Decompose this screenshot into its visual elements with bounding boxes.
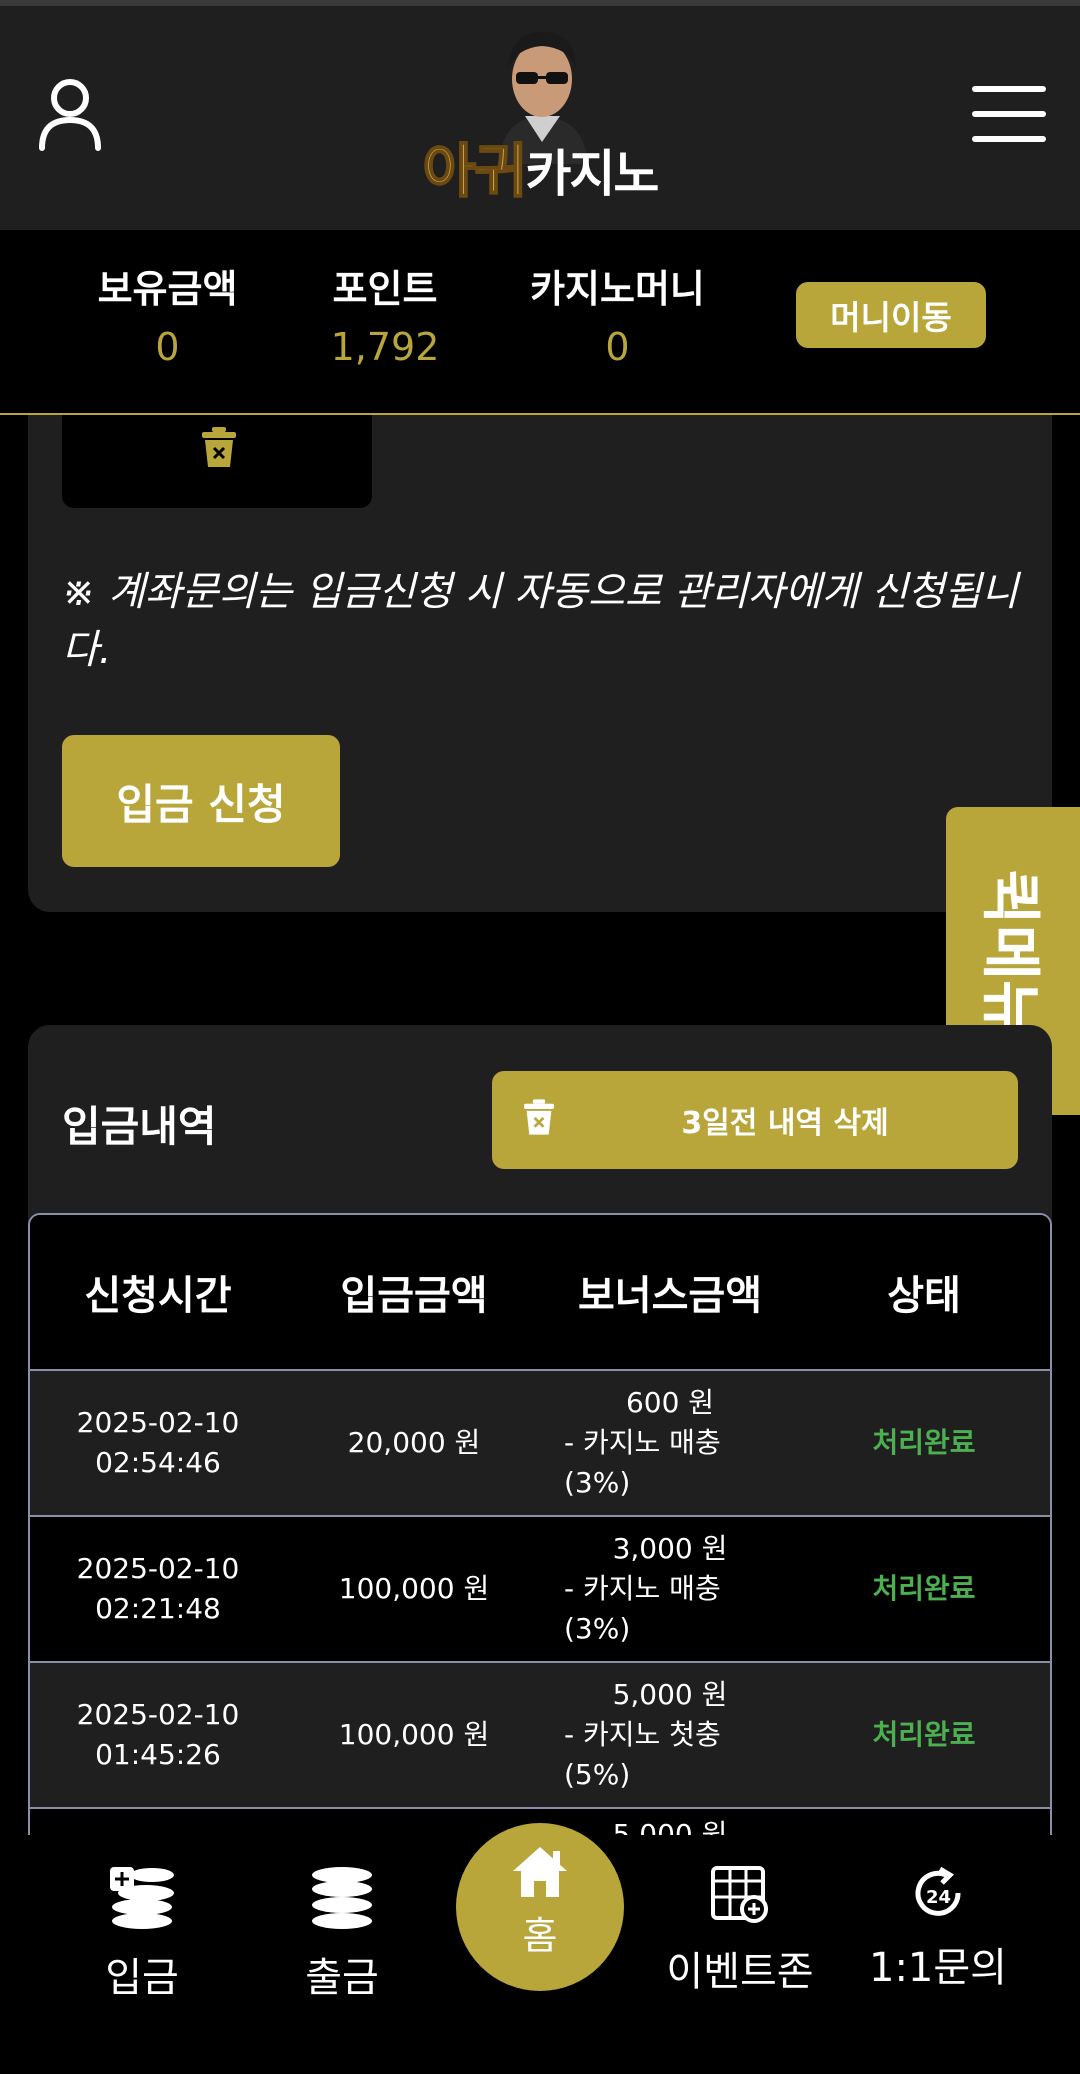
trash-icon — [202, 427, 236, 467]
nav-inquiry-label: 1:1문의 — [869, 1945, 1007, 1991]
deposit-amount-cell: 100,000 원 — [338, 1718, 490, 1751]
clear-input-button[interactable] — [62, 415, 372, 508]
deposit-submit-button[interactable]: 입금 신청 — [62, 735, 340, 867]
nav-home[interactable]: 홈 — [456, 1823, 624, 1991]
balance-points: 포인트 1,792 — [310, 258, 460, 369]
table-row: 2025-02-10 01:45:26 100,000 원 5,000 원 - … — [30, 1663, 1050, 1809]
table-header: 신청시간 입금금액 보너스금액 상태 — [30, 1215, 1050, 1371]
deposit-form-card: ※ 계좌문의는 입금신청 시 자동으로 관리자에게 신청됩니다. 입금 신청 — [28, 415, 1052, 912]
balance-casino-money: 카지노머니 0 — [520, 258, 715, 369]
calendar-plus-icon — [711, 1866, 768, 1923]
quick-menu-label: 퀵메뉴 — [974, 869, 1045, 1035]
col-request-time: 신청시간 — [84, 1273, 232, 1319]
top-header: 아귀카지노 — [0, 0, 1080, 230]
nav-withdraw[interactable]: 출금 — [242, 1865, 442, 2003]
coins-stack-icon — [312, 1867, 372, 1929]
balance-holding-value: 0 — [155, 325, 180, 369]
delete-old-history-label: 3일전 내역 삭제 — [681, 1106, 889, 1141]
hamburger-menu-icon[interactable] — [972, 86, 1046, 142]
quick-menu-label-wrap: 퀵메뉴 — [960, 869, 1070, 1035]
logo-text: 아귀카지노 — [405, 124, 675, 208]
nav-home-label: 홈 — [522, 1914, 558, 1958]
balance-points-label: 포인트 — [332, 267, 438, 311]
request-time-cell: 2025-02-10 02:21:48 — [30, 1549, 286, 1629]
balance-casino-money-value: 0 — [605, 325, 630, 369]
bonus-rate: (3%) — [564, 1466, 631, 1499]
nav-deposit[interactable]: 입금 — [42, 1865, 242, 2003]
bonus-desc: - 카지노 매충 — [564, 1572, 721, 1605]
nav-withdraw-label: 출금 — [305, 1955, 379, 2001]
bonus-amount: 3,000 원 — [612, 1532, 728, 1565]
status-badge: 처리완료 — [872, 1572, 976, 1605]
col-deposit-amount: 입금금액 — [340, 1273, 488, 1319]
bonus-rate: (3%) — [564, 1612, 631, 1645]
coins-plus-icon — [110, 1867, 174, 1929]
balance-points-value: 1,792 — [330, 325, 440, 369]
request-date: 2025-02-10 — [76, 1552, 240, 1585]
bonus-desc: - 카지노 첫충 — [564, 1718, 721, 1751]
request-date: 2025-02-10 — [76, 1406, 240, 1439]
user-icon[interactable] — [38, 76, 102, 152]
balance-casino-money-label: 카지노머니 — [530, 267, 705, 311]
delete-old-history-button[interactable]: 3일전 내역 삭제 — [492, 1071, 1018, 1169]
request-time: 02:54:46 — [95, 1446, 221, 1479]
bonus-rate: (5%) — [564, 1758, 631, 1791]
request-time-cell: 2025-02-10 02:54:46 — [30, 1403, 286, 1483]
nav-event-zone[interactable]: 이벤트존 — [640, 1865, 840, 1997]
deposit-amount-cell: 20,000 원 — [347, 1426, 481, 1459]
nav-inquiry[interactable]: 24 1:1문의 — [838, 1865, 1038, 1993]
nav-event-zone-label: 이벤트존 — [666, 1949, 814, 1995]
site-logo[interactable]: 아귀카지노 — [405, 24, 675, 214]
balance-holding-label: 보유금액 — [97, 267, 238, 311]
table-row: 2025-02-10 02:21:48 100,000 원 3,000 원 - … — [30, 1517, 1050, 1663]
request-time-cell: 2025-02-10 01:45:26 — [30, 1695, 286, 1775]
logo-sub-text: 카지노 — [525, 145, 659, 203]
col-status: 상태 — [887, 1273, 961, 1319]
svg-text:24: 24 — [926, 1887, 951, 1908]
bonus-amount: 600 원 — [625, 1386, 715, 1419]
logo-main-text: 아귀 — [422, 136, 529, 206]
money-move-button[interactable]: 머니이동 — [796, 282, 986, 348]
status-badge: 처리완료 — [872, 1426, 976, 1459]
bonus-cell: 3,000 원 - 카지노 매충 (3%) — [542, 1529, 798, 1649]
bonus-cell: 600 원 - 카지노 매충 (3%) — [542, 1383, 798, 1503]
nav-deposit-label: 입금 — [105, 1955, 179, 2001]
request-time: 01:45:26 — [95, 1738, 221, 1771]
table-row: 2025-02-10 02:54:46 20,000 원 600 원 - 카지노… — [30, 1371, 1050, 1517]
home-icon — [513, 1847, 567, 1897]
status-badge: 처리완료 — [872, 1718, 976, 1751]
request-date: 2025-02-10 — [76, 1698, 240, 1731]
trash-icon — [524, 1099, 554, 1135]
balance-holding: 보유금액 0 — [90, 258, 245, 369]
bonus-desc: - 카지노 매충 — [564, 1426, 721, 1459]
bonus-amount: 5,000 원 — [612, 1678, 728, 1711]
support-24-icon: 24 — [915, 1866, 961, 1916]
bonus-cell: 5,000 원 - 카지노 첫충 (5%) — [542, 1675, 798, 1795]
deposit-amount-cell: 100,000 원 — [338, 1572, 490, 1605]
request-time: 02:21:48 — [95, 1592, 221, 1625]
balance-bar: 보유금액 0 포인트 1,792 카지노머니 0 머니이동 — [0, 230, 1080, 415]
history-title: 입금내역 — [62, 1102, 217, 1151]
col-bonus-amount: 보너스금액 — [578, 1273, 762, 1319]
account-inquiry-notice: ※ 계좌문의는 입금신청 시 자동으로 관리자에게 신청됩니다. — [62, 569, 1019, 673]
